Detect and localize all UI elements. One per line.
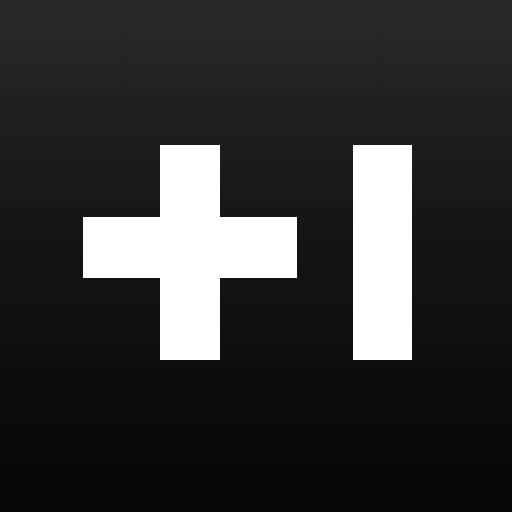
plus-vertical-bar <box>160 145 220 360</box>
one-glyph <box>353 145 412 360</box>
plus-one-app-icon <box>0 0 512 512</box>
